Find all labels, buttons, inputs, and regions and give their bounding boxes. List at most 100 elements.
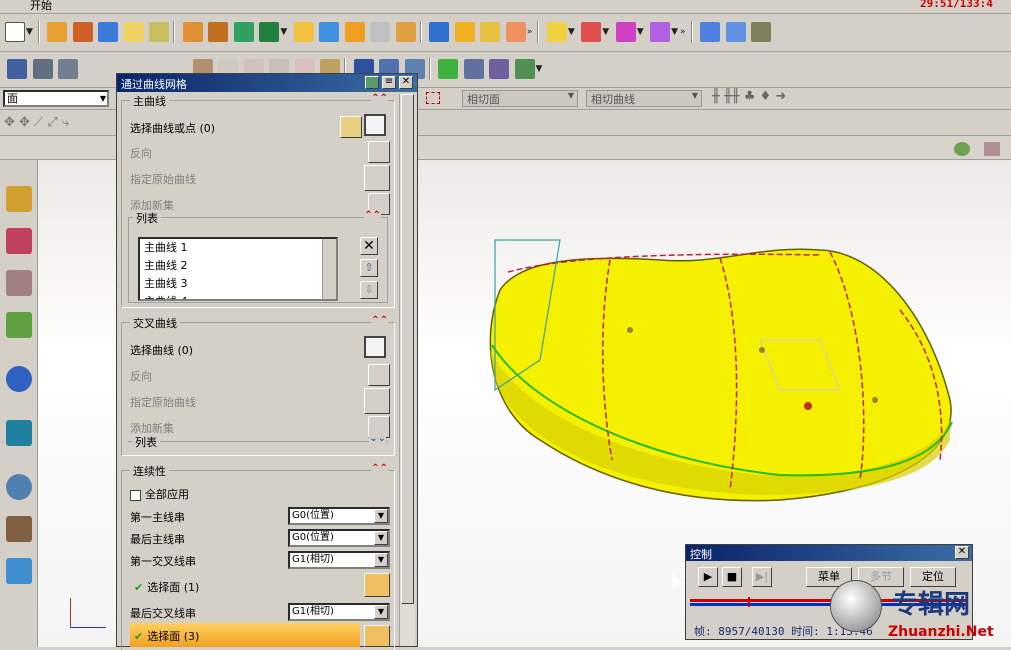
sew-icon[interactable] xyxy=(505,22,526,42)
point-icon[interactable] xyxy=(259,22,280,42)
subtract-icon[interactable] xyxy=(581,22,602,42)
web-browser-icon[interactable] xyxy=(6,420,32,446)
specify-origin-button[interactable] xyxy=(364,165,390,191)
constraint-navigator-icon[interactable] xyxy=(6,228,32,254)
control-titlebar[interactable]: 控制 ✕ xyxy=(686,545,972,561)
boss-icon[interactable] xyxy=(149,22,170,42)
first-cross-select[interactable]: G1(相切) ▼ xyxy=(288,551,390,569)
move-up-button[interactable]: ⇧ xyxy=(360,259,378,277)
reset-icon[interactable] xyxy=(365,76,379,89)
last-primary-select[interactable]: G0(位置) ▼ xyxy=(288,529,390,547)
axis-icon[interactable] xyxy=(514,59,535,79)
reverse-direction-button[interactable] xyxy=(368,141,390,163)
dialog-scrollbar[interactable] xyxy=(399,94,415,646)
hole-icon[interactable] xyxy=(123,22,144,42)
last-cross-select[interactable]: G1(相切) ▼ xyxy=(288,603,390,621)
list-item[interactable]: 主曲线 1 xyxy=(140,239,336,257)
grid-view-icon[interactable] xyxy=(984,142,1000,156)
tools-icon[interactable] xyxy=(751,22,772,42)
move-down-button[interactable]: ⇩ xyxy=(360,281,378,299)
cross-specify-origin[interactable]: 指定原始曲线 xyxy=(130,394,196,410)
new-file-icon[interactable] xyxy=(5,22,25,42)
remove-item-button[interactable]: ✕ xyxy=(360,237,378,255)
chevron-down-icon[interactable]: ▼ xyxy=(374,605,388,619)
globe-icon[interactable] xyxy=(954,142,970,156)
cross-list-frame[interactable]: 列表 ⌄⌄ xyxy=(128,433,388,451)
intersect-icon[interactable] xyxy=(615,22,636,42)
select-face-button[interactable] xyxy=(364,625,390,647)
offset-icon[interactable] xyxy=(319,22,340,42)
first-primary-select[interactable]: G0(位置) ▼ xyxy=(288,507,390,525)
grid-icon[interactable] xyxy=(489,59,509,79)
apply-all-checkbox[interactable] xyxy=(130,489,141,501)
reuse-library-icon[interactable] xyxy=(6,312,32,338)
play-button[interactable]: ▶ xyxy=(698,567,718,587)
table-icon[interactable] xyxy=(463,59,484,79)
sweep-icon[interactable] xyxy=(293,22,314,42)
wave-icon[interactable] xyxy=(725,22,746,42)
collapse-icon[interactable]: ⌃⌃ xyxy=(371,315,388,326)
collapse-icon[interactable]: ⌃⌃ xyxy=(371,93,388,104)
palette-icon[interactable] xyxy=(6,558,32,584)
pattern-icon[interactable] xyxy=(182,22,203,42)
select-curve-button[interactable] xyxy=(364,114,386,136)
specify-origin-button[interactable] xyxy=(364,388,390,414)
blend-icon[interactable] xyxy=(344,22,365,42)
list-item[interactable]: 主曲线 3 xyxy=(140,275,336,293)
fit-view-icon[interactable] xyxy=(7,59,27,79)
step-button[interactable]: ▶| xyxy=(752,567,772,587)
primary-curve-list[interactable]: 主曲线 1 主曲线 2 主曲线 3 主曲线 4 xyxy=(138,237,338,301)
cross-reverse[interactable]: 反向 xyxy=(130,368,152,384)
dialog-menu-icon[interactable]: ≡ xyxy=(382,76,396,89)
list-item[interactable]: 主曲线 2 xyxy=(140,257,336,275)
primary-reverse[interactable]: 反向 xyxy=(130,145,152,161)
collapse-icon[interactable]: ⌃⌃ xyxy=(364,210,381,221)
shell-icon[interactable] xyxy=(395,22,416,42)
surface-icon[interactable] xyxy=(454,22,475,42)
select-face-3-row[interactable]: ✔ 选择面 (3) xyxy=(130,623,360,647)
point-dialog-button[interactable] xyxy=(340,116,362,138)
check-icon[interactable] xyxy=(438,59,458,79)
stack-icon[interactable] xyxy=(58,59,78,79)
chevron-down-icon[interactable]: ▼ xyxy=(374,553,388,567)
snap-icons[interactable]: ╫ ╫╫ ♣ ♦ ➜ xyxy=(712,89,786,104)
part-navigator-icon[interactable] xyxy=(6,270,32,296)
tangent-face-select[interactable]: 相切面 ▼ xyxy=(462,90,578,107)
start-menu[interactable]: 开始 xyxy=(30,0,52,13)
select-curve-button[interactable] xyxy=(364,336,386,358)
list-item[interactable]: 主曲线 4 xyxy=(140,293,336,299)
thicken-icon[interactable] xyxy=(429,22,450,42)
assembly-navigator-icon[interactable] xyxy=(6,186,32,212)
expand-icon[interactable]: ⌄⌄ xyxy=(369,433,386,444)
stop-button[interactable]: ■ xyxy=(722,567,742,587)
layers-icon[interactable] xyxy=(32,59,53,79)
list-scrollbar[interactable] xyxy=(322,239,336,299)
face-blend-icon[interactable] xyxy=(480,22,501,42)
chevron-down-icon[interactable]: ▼ xyxy=(374,531,388,545)
chevron-down-icon[interactable]: ▼ xyxy=(374,509,388,523)
chevron-down-icon[interactable]: ▼ xyxy=(100,92,106,105)
snap-tools-icon[interactable]: ✥ ✥ ⟋ ⤢ ⤷ xyxy=(4,115,69,130)
face-filter-select[interactable]: 面 ▼ xyxy=(3,90,109,107)
close-icon[interactable]: ✕ xyxy=(955,546,969,559)
extrude-icon[interactable] xyxy=(47,22,68,42)
block-icon[interactable] xyxy=(98,22,119,42)
scroll-thumb[interactable] xyxy=(401,94,414,604)
unite-icon[interactable] xyxy=(546,22,567,42)
revolve-icon[interactable] xyxy=(72,22,93,42)
chevron-down-icon[interactable]: ▼ xyxy=(26,27,33,37)
collapse-icon[interactable]: ⌃⌃ xyxy=(371,463,388,474)
trim-icon[interactable] xyxy=(208,22,229,42)
info-icon[interactable] xyxy=(6,366,32,392)
datum-icon[interactable] xyxy=(233,22,254,42)
select-face-button[interactable] xyxy=(364,573,390,597)
dialog-titlebar[interactable]: 通过曲线网格 ≡ ✕ xyxy=(117,74,417,92)
primary-specify-origin[interactable]: 指定原始曲线 xyxy=(130,171,196,187)
tangent-curve-select[interactable]: 相切曲线 ▼ xyxy=(586,90,702,107)
system-materials-icon[interactable] xyxy=(6,516,32,542)
reverse-direction-button[interactable] xyxy=(368,364,390,386)
analysis-icon[interactable] xyxy=(700,22,721,42)
select-face-1-row[interactable]: ✔ 选择面 (1) xyxy=(134,579,199,595)
close-icon[interactable]: ✕ xyxy=(399,76,413,89)
apply-all-row[interactable]: 全部应用 xyxy=(130,486,189,502)
